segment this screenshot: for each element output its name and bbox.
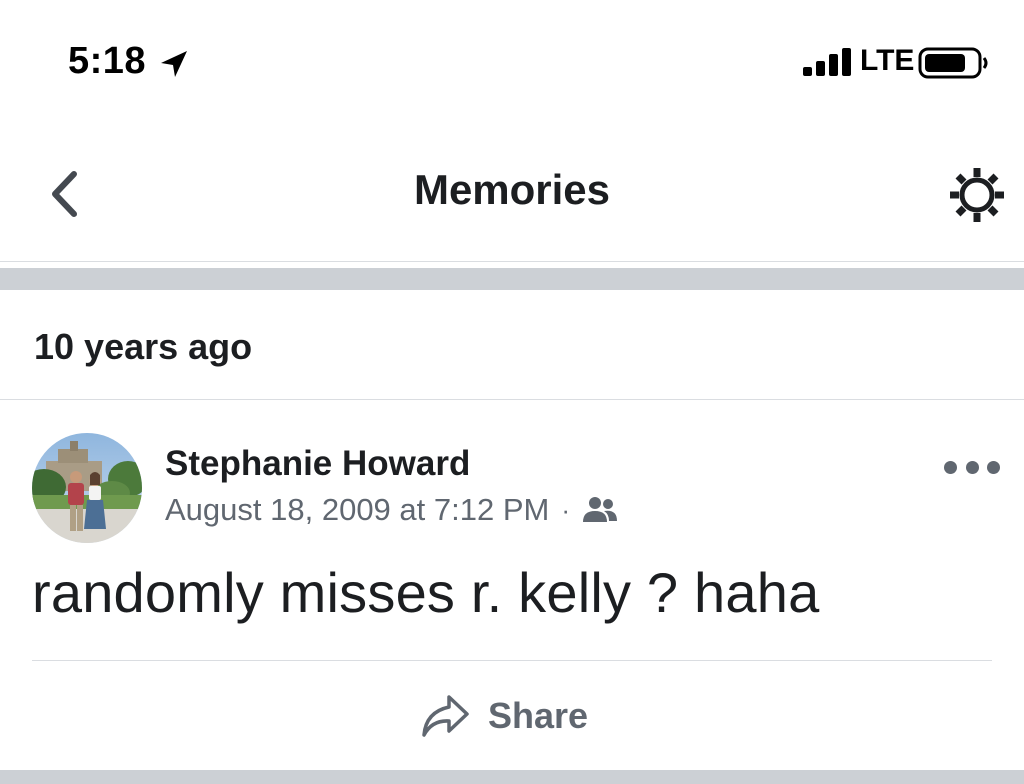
settings-button[interactable] <box>946 164 1008 226</box>
post-divider <box>32 660 992 661</box>
status-time: 5:18 <box>68 40 147 82</box>
bottom-separator <box>0 770 1024 784</box>
post-meta: August 18, 2009 at 7:12 PM · <box>165 492 618 528</box>
profile-photo <box>32 433 142 543</box>
page-title: Memories <box>413 166 611 213</box>
memory-section-header: 10 years ago <box>0 290 1024 400</box>
post-author[interactable]: Stephanie Howard <box>165 444 470 484</box>
meta-separator: · <box>561 494 570 525</box>
nav-bar: Memories <box>0 130 1024 262</box>
post-text: randomly misses r. kelly ? haha <box>32 561 820 624</box>
memory-post: Stephanie Howard August 18, 2009 at 7:12… <box>0 400 1024 770</box>
avatar[interactable] <box>32 433 142 543</box>
carrier-label: LTE <box>860 44 915 77</box>
location-arrow-icon <box>161 51 187 77</box>
more-options-button[interactable] <box>944 452 1000 482</box>
section-separator <box>0 268 1024 290</box>
more-horizontal-icon <box>987 460 1000 474</box>
more-horizontal-icon <box>944 460 957 474</box>
status-bar: 5:18 LTE <box>0 0 1024 130</box>
share-button[interactable]: Share <box>420 686 588 746</box>
battery-icon <box>918 47 988 79</box>
more-horizontal-icon <box>965 460 979 474</box>
share-arrow-icon <box>422 695 469 737</box>
friends-icon[interactable] <box>582 495 618 525</box>
cellular-signal-icon <box>803 48 851 76</box>
share-label: Share <box>488 695 589 736</box>
gear-icon <box>950 168 1004 222</box>
years-ago-heading: 10 years ago <box>34 326 253 367</box>
post-timestamp[interactable]: August 18, 2009 at 7:12 PM <box>165 492 549 528</box>
